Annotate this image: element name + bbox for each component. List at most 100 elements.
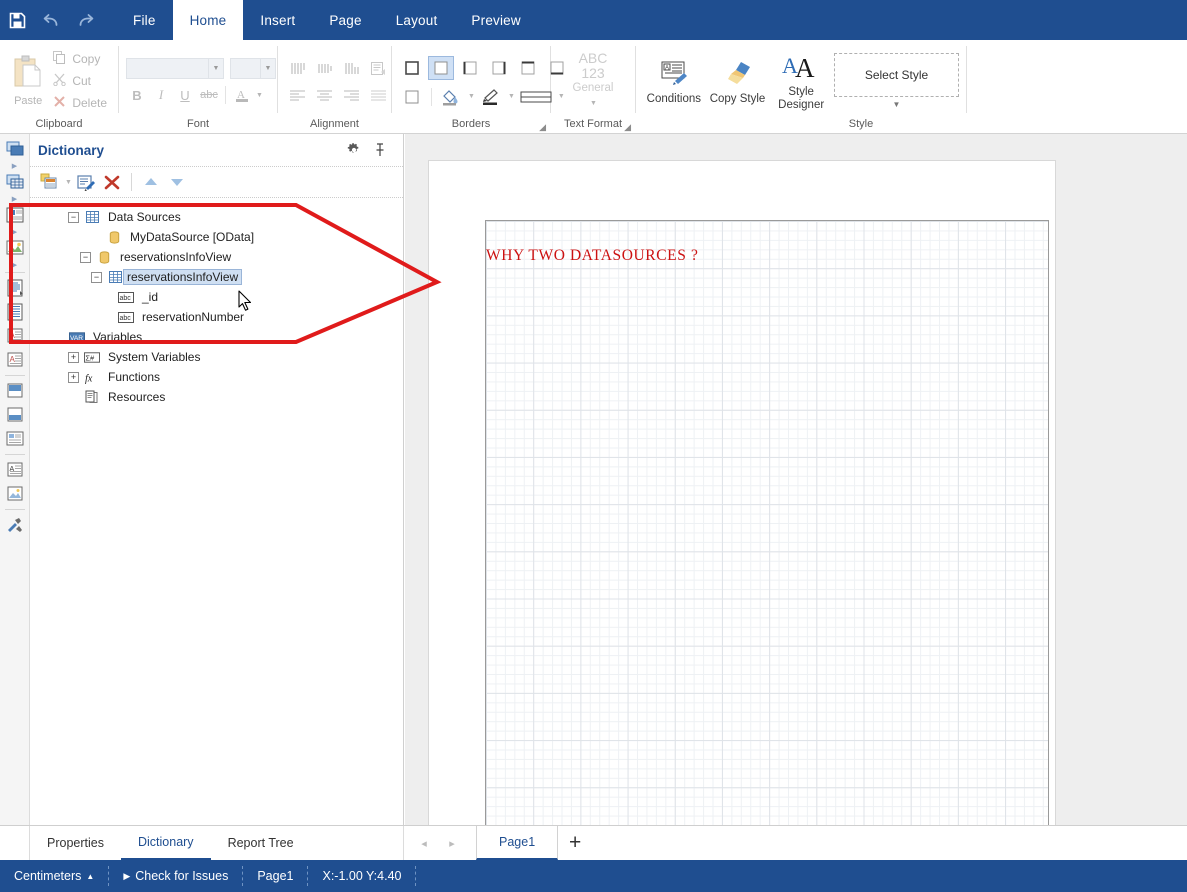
chevron-down-icon[interactable]: ▼ xyxy=(256,92,263,99)
report-page[interactable]: WHY TWO DATASOURCES ? xyxy=(428,160,1056,825)
collapse-toggle[interactable]: − xyxy=(68,211,79,223)
align-center-button[interactable] xyxy=(312,85,336,107)
chevron-down-icon[interactable]: ▼ xyxy=(208,59,223,78)
tool-settings-icon[interactable] xyxy=(2,513,28,537)
move-up-icon[interactable] xyxy=(139,170,163,194)
chevron-down-icon[interactable]: ▼ xyxy=(65,179,72,186)
align-top-button[interactable] xyxy=(285,58,309,80)
menu-tab-insert[interactable]: Insert xyxy=(243,0,312,40)
chevron-down-icon[interactable]: ▼ xyxy=(893,100,901,109)
undo-icon[interactable] xyxy=(34,0,68,40)
tree-item-reservationnumber[interactable]: abc reservationNumber xyxy=(30,307,403,327)
chevron-down-icon[interactable]: ▶ xyxy=(2,260,28,269)
copy-button[interactable]: Copy xyxy=(49,48,111,70)
tree-item-system-variables[interactable]: + Σ# System Variables xyxy=(30,347,403,367)
tool-group-header-icon[interactable] xyxy=(2,203,28,227)
tree-item-functions[interactable]: + fx Functions xyxy=(30,367,403,387)
chevron-down-icon[interactable]: ▼ xyxy=(468,93,475,100)
chevron-down-icon[interactable]: ▼ xyxy=(508,93,515,100)
page-prev-button[interactable]: ◂ xyxy=(410,826,438,860)
underline-button[interactable]: U xyxy=(174,84,196,106)
tool-text-b-icon[interactable]: A xyxy=(2,348,28,372)
align-justify-button[interactable] xyxy=(366,85,390,107)
expand-toggle[interactable]: + xyxy=(68,351,79,363)
chevron-down-icon[interactable]: ▼ xyxy=(260,59,275,78)
chevron-down-icon[interactable]: ▶ xyxy=(2,161,28,170)
tree-item-mydatasource[interactable]: MyDataSource [OData] xyxy=(30,227,403,247)
tab-report-tree[interactable]: Report Tree xyxy=(211,826,311,860)
chevron-down-icon[interactable]: ▶ xyxy=(2,227,28,236)
border-color-button[interactable] xyxy=(478,85,504,109)
font-family-combo[interactable]: ▼ xyxy=(126,58,224,79)
tab-dictionary[interactable]: Dictionary xyxy=(120,826,211,860)
menu-tab-home[interactable]: Home xyxy=(172,0,244,40)
report-text-component[interactable]: WHY TWO DATASOURCES ? xyxy=(486,247,826,265)
border-right-button[interactable] xyxy=(486,56,512,80)
new-item-icon[interactable] xyxy=(38,170,62,194)
menu-tab-file[interactable]: File xyxy=(116,0,173,40)
style-designer-button[interactable]: AA Style Designer xyxy=(770,46,832,112)
menu-tab-page[interactable]: Page xyxy=(312,0,378,40)
tree-item-variables[interactable]: VAR Variables xyxy=(30,327,403,347)
tab-properties[interactable]: Properties xyxy=(30,826,121,860)
font-color-button[interactable]: A xyxy=(231,84,253,106)
align-bottom-button[interactable] xyxy=(339,58,363,80)
text-format-dialog-launcher[interactable]: ◢ xyxy=(624,122,631,133)
tool-rich-text-icon[interactable]: A xyxy=(2,458,28,482)
border-all-button[interactable] xyxy=(399,56,425,80)
align-middle-button[interactable] xyxy=(312,58,336,80)
collapse-toggle[interactable]: − xyxy=(91,271,102,283)
text-format-button[interactable]: ABC 123 General ▼ xyxy=(558,47,628,111)
border-none-button[interactable] xyxy=(428,55,454,80)
conditions-button[interactable]: A Conditions xyxy=(643,53,705,106)
status-check-issues[interactable]: ▶ Check for Issues xyxy=(109,866,244,886)
tree-item-reservationsinfoview-source[interactable]: − reservationsInfoView xyxy=(30,247,403,267)
border-box-button[interactable] xyxy=(399,85,425,109)
tool-image-band-icon[interactable] xyxy=(2,236,28,260)
chevron-down-icon[interactable]: ▼ xyxy=(590,96,597,111)
page-tab-page1[interactable]: Page1 xyxy=(476,826,559,860)
chevron-down-icon[interactable]: ▶ xyxy=(2,194,28,203)
save-icon[interactable] xyxy=(0,0,34,40)
tool-band-icon[interactable] xyxy=(2,137,28,161)
tool-text-a-icon[interactable]: A xyxy=(2,324,28,348)
border-top-button[interactable] xyxy=(515,56,541,80)
tree-item-id[interactable]: abc _id xyxy=(30,287,403,307)
tool-data-band-icon[interactable] xyxy=(2,170,28,194)
redo-icon[interactable] xyxy=(68,0,102,40)
text-options-button[interactable] xyxy=(366,58,390,80)
expand-toggle[interactable]: + xyxy=(68,371,79,383)
copy-style-button[interactable]: Copy Style xyxy=(707,53,769,106)
cut-button[interactable]: Cut xyxy=(49,70,111,92)
tool-panel-top-icon[interactable] xyxy=(2,379,28,403)
strikethrough-button[interactable]: abc xyxy=(198,84,220,106)
move-down-icon[interactable] xyxy=(165,170,189,194)
tool-page-header-icon[interactable] xyxy=(2,276,28,300)
gear-icon[interactable] xyxy=(341,143,367,157)
edit-icon[interactable] xyxy=(74,170,98,194)
tree-item-resources[interactable]: Resources xyxy=(30,387,403,407)
menu-tab-preview[interactable]: Preview xyxy=(454,0,537,40)
tool-panel-bottom-icon[interactable] xyxy=(2,403,28,427)
fill-color-button[interactable] xyxy=(438,85,464,109)
tool-page-footer-icon[interactable] xyxy=(2,300,28,324)
report-design-canvas[interactable]: WHY TWO DATASOURCES ? xyxy=(405,134,1187,825)
italic-button[interactable]: I xyxy=(150,84,172,106)
delete-button[interactable]: Delete xyxy=(49,92,111,114)
bold-button[interactable]: B xyxy=(126,84,148,106)
border-style-button[interactable] xyxy=(518,85,554,109)
page-grid[interactable]: WHY TWO DATASOURCES ? xyxy=(485,220,1049,825)
menu-tab-layout[interactable]: Layout xyxy=(379,0,455,40)
select-style-button[interactable]: Select Style xyxy=(834,53,960,97)
tool-image-icon[interactable] xyxy=(2,482,28,506)
tool-table-icon[interactable] xyxy=(2,427,28,451)
add-page-button[interactable]: + xyxy=(558,826,592,860)
pin-icon[interactable] xyxy=(367,143,393,157)
border-left-button[interactable] xyxy=(457,56,483,80)
collapse-toggle[interactable]: − xyxy=(80,251,91,263)
tree-item-reservationsinfoview-table[interactable]: − reservationsInfoView xyxy=(30,267,403,287)
status-units[interactable]: Centimeters ▲ xyxy=(0,866,110,886)
delete-x-icon[interactable] xyxy=(100,170,124,194)
font-size-combo[interactable]: ▼ xyxy=(230,58,276,79)
borders-dialog-launcher[interactable]: ◢ xyxy=(539,122,546,133)
